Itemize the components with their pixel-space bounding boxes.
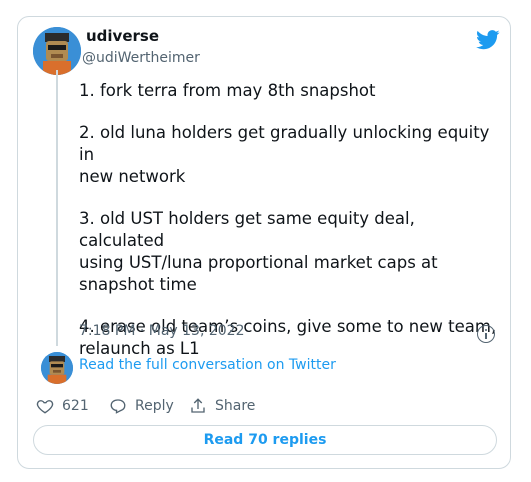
share-button[interactable]: Share <box>189 397 255 415</box>
reply-label: Reply <box>135 398 174 414</box>
reply-button[interactable]: Reply <box>109 397 174 415</box>
reply-icon <box>110 399 126 414</box>
share-label: Share <box>215 398 256 414</box>
tweet-paragraph: 2. old luna holders get gradually unlock… <box>79 123 490 186</box>
read-replies-button[interactable]: Read 70 replies <box>33 425 497 455</box>
share-icon <box>191 398 205 413</box>
twitter-bird-icon[interactable] <box>476 30 500 50</box>
like-button[interactable]: 621 <box>36 397 89 415</box>
tweet-paragraph: 3. old UST holders get same equity deal,… <box>79 209 438 294</box>
tweet-timestamp[interactable]: 7:18 PM · May 13, 2022 <box>79 323 245 339</box>
heart-icon <box>36 400 54 414</box>
conversation-avatar[interactable] <box>41 352 73 384</box>
like-count: 621 <box>62 398 89 414</box>
tweet-paragraph: 1. fork terra from may 8th snapshot <box>79 81 376 100</box>
author-avatar[interactable] <box>33 27 81 75</box>
author-handle[interactable]: @udiWertheimer <box>82 50 200 66</box>
author-name[interactable]: udiverse <box>86 27 159 45</box>
read-conversation-link[interactable]: Read the full conversation on Twitter <box>79 357 336 373</box>
thread-line <box>56 70 58 346</box>
info-icon[interactable] <box>477 325 495 343</box>
